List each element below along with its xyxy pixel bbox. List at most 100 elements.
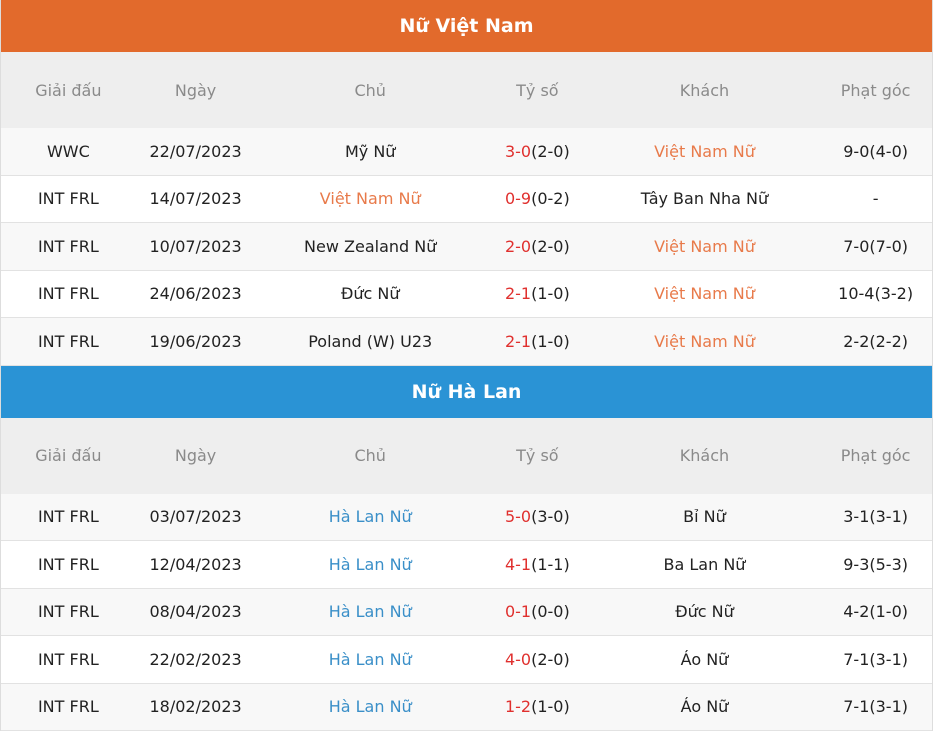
vietnam-banner: Nữ Việt Nam [1,0,932,52]
away-team-cell: Ba Lan Nữ [663,554,746,574]
away-team-cell: Việt Nam Nữ [654,331,755,351]
corners-cell: 9-0(4-0) [843,141,908,161]
away-team-cell: Việt Nam Nữ [654,284,755,304]
half-time-score: (3-0) [531,507,570,527]
league-cell: WWC [46,141,90,161]
col-away-header: Khách [679,80,730,100]
vietnam-header-row: Giải đấu Ngày Chủ Tỷ số Khách Phạt góc [1,52,932,128]
date-cell: 22/02/2023 [149,649,242,669]
home-team-cell: Hà Lan Nữ [328,649,412,669]
corners-cell: 7-1(3-1) [843,697,908,717]
vietnam-title: Nữ Việt Nam [399,15,534,37]
col-away-header: Khách [679,446,730,465]
full-time-score: 3-0 [504,141,532,161]
match-row[interactable]: INT FRL 18/02/2023 Hà Lan Nữ 1-2(1-0) Áo Nữ 7… [1,683,932,731]
full-time-score: 5-0 [504,507,532,527]
full-time-score: 0-9 [504,189,532,209]
league-cell: INT FRL [37,284,99,304]
full-time-score: 2-1 [504,331,532,351]
col-home-header: Chủ [354,80,386,100]
half-time-score: (2-0) [531,141,570,161]
date-cell: 18/02/2023 [149,697,242,717]
full-time-score: 2-0 [504,236,532,256]
col-corners-header: Phạt góc [840,80,911,100]
home-team-cell: Hà Lan Nữ [328,554,412,574]
score-cell: 2-1(1-0) [485,332,590,351]
match-row[interactable]: INT FRL 14/07/2023 Việt Nam Nữ 0-9(0-2) Tây … [1,175,932,223]
netherlands-section: Nữ Hà Lan Giải đấu Ngày Chủ Tỷ số Khách … [0,365,933,731]
date-cell: 22/07/2023 [149,141,242,161]
date-cell: 14/07/2023 [149,189,242,209]
corners-cell: 10-4(3-2) [838,284,914,304]
date-cell: 10/07/2023 [149,236,242,256]
away-team-cell: Đức Nữ [675,602,734,622]
netherlands-header-row: Giải đấu Ngày Chủ Tỷ số Khách Phạt góc [1,417,932,494]
score-cell: 3-0(2-0) [485,142,590,161]
match-row[interactable]: INT FRL 24/06/2023 Đức Nữ 2-1(1-0) Việt Nam … [1,270,932,318]
netherlands-rows: INT FRL 03/07/2023 Hà Lan Nữ 5-0(3-0) Bỉ Nữ 3… [1,493,932,731]
league-cell: INT FRL [37,331,99,351]
netherlands-title: Nữ Hà Lan [411,380,522,403]
score-cell: 0-1(0-0) [485,602,590,621]
half-time-score: (0-2) [531,189,570,209]
half-time-score: (1-1) [531,554,570,574]
home-team-cell: Việt Nam Nữ [319,189,421,209]
league-cell: INT FRL [37,697,99,717]
col-league-header: Giải đấu [35,80,102,100]
half-time-score: (2-0) [531,649,570,669]
home-team-cell: Poland (W) U23 [308,331,433,351]
league-cell: INT FRL [37,507,99,527]
col-score-header: Tỷ số [516,446,559,465]
date-cell: 08/04/2023 [149,602,242,622]
col-date-header: Ngày [174,80,217,100]
league-cell: INT FRL [37,189,99,209]
match-row[interactable]: WWC 22/07/2023 Mỹ Nữ 3-0(2-0) Việt Nam Nữ 9-0… [1,128,932,176]
corners-cell: 7-1(3-1) [843,649,908,669]
match-row[interactable]: INT FRL 22/02/2023 Hà Lan Nữ 4-0(2-0) Áo Nữ 7… [1,636,932,684]
date-cell: 24/06/2023 [149,284,242,304]
league-cell: INT FRL [37,554,99,574]
home-team-cell: Hà Lan Nữ [328,602,412,622]
away-team-cell: Áo Nữ [680,649,729,669]
full-time-score: 1-2 [504,697,532,717]
col-corners-header: Phạt góc [840,446,911,465]
half-time-score: (1-0) [531,284,570,304]
full-time-score: 2-1 [504,284,532,304]
corners-cell: 7-0(7-0) [843,236,908,256]
league-cell: INT FRL [37,236,99,256]
match-row[interactable]: INT FRL 08/04/2023 Hà Lan Nữ 0-1(0-0) Đức Nữ… [1,588,932,636]
away-team-cell: Việt Nam Nữ [654,141,755,161]
corners-cell: 9-3(5-3) [843,554,908,574]
col-date-header: Ngày [174,446,217,465]
match-row[interactable]: INT FRL 19/06/2023 Poland (W) U23 2-1(1-0) V… [1,318,932,366]
netherlands-banner: Nữ Hà Lan [1,365,932,418]
corners-cell: 3-1(3-1) [843,507,908,527]
score-cell: 4-0(2-0) [485,650,590,669]
home-team-cell: Hà Lan Nữ [328,697,412,717]
score-cell: 4-1(1-1) [485,555,590,574]
col-league-header: Giải đấu [35,446,102,465]
date-cell: 03/07/2023 [149,507,242,527]
match-row[interactable]: INT FRL 12/04/2023 Hà Lan Nữ 4-1(1-1) Ba Lan… [1,541,932,589]
home-team-cell: Hà Lan Nữ [328,507,412,527]
home-team-cell: Đức Nữ [340,284,400,304]
score-cell: 0-9(0-2) [485,189,590,208]
corners-cell: - [872,189,879,209]
vietnam-section: Nữ Việt Nam Giải đấu Ngày Chủ Tỷ số Khác… [0,0,933,366]
half-time-score: (2-0) [531,236,570,256]
date-cell: 19/06/2023 [149,331,242,351]
corners-cell: 4-2(1-0) [843,602,908,622]
home-team-cell: New Zealand Nữ [304,236,437,256]
score-cell: 1-2(1-0) [485,697,590,716]
match-row[interactable]: INT FRL 03/07/2023 Hà Lan Nữ 5-0(3-0) Bỉ Nữ 3… [1,493,932,541]
score-cell: 2-1(1-0) [485,284,590,303]
half-time-score: (0-0) [531,602,570,622]
match-row[interactable]: INT FRL 10/07/2023 New Zealand Nữ 2-0(2-0) V… [1,223,932,271]
full-time-score: 4-1 [504,554,532,574]
score-cell: 2-0(2-0) [485,237,590,256]
away-team-cell: Tây Ban Nha Nữ [640,189,769,209]
corners-cell: 2-2(2-2) [843,331,908,351]
league-cell: INT FRL [37,649,99,669]
home-team-cell: Mỹ Nữ [344,141,396,161]
full-time-score: 0-1 [504,602,532,622]
